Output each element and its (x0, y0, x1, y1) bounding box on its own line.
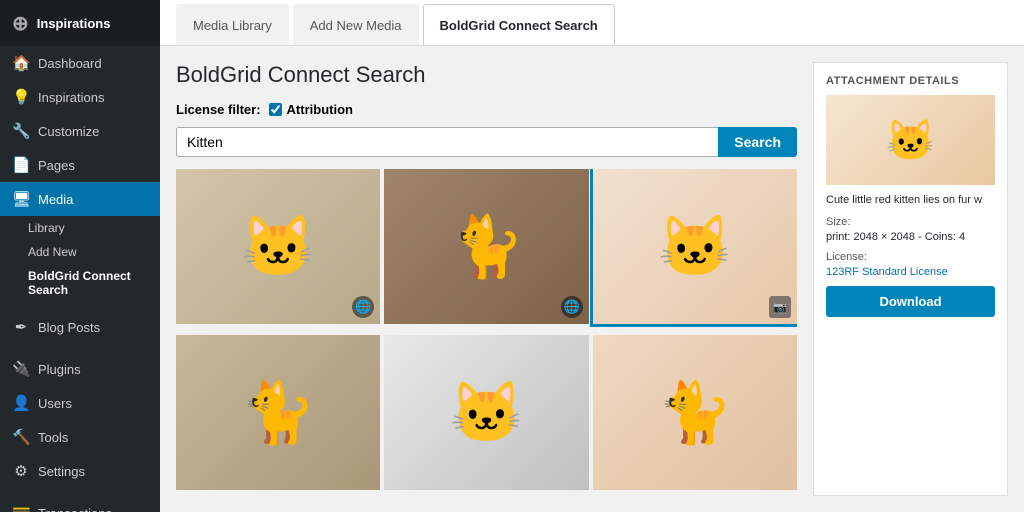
globe-badge-2: 🌐 (561, 296, 583, 318)
tab-media-library-label: Media Library (193, 18, 272, 33)
library-label: Library (28, 221, 65, 235)
tab-boldgrid-label: BoldGrid Connect Search (440, 18, 598, 33)
page-title: BoldGrid Connect Search (176, 62, 797, 88)
sidebar-item-tools[interactable]: 🔨 Tools (0, 420, 160, 454)
image-cell-2[interactable]: 🐈 🌐 (384, 169, 588, 324)
boldgrid-label: BoldGrid Connect Search (28, 269, 148, 297)
attachment-thumb-img: 🐱 (826, 95, 995, 185)
tab-boldgrid-connect-search[interactable]: BoldGrid Connect Search (423, 4, 615, 45)
size-value: print: 2048 × 2048 - Coins: 4 (826, 231, 965, 243)
size-label: Size: (826, 216, 995, 228)
cat-image-4: 🐈 (176, 335, 380, 490)
pages-icon: 📄 (12, 156, 30, 174)
attachment-caption: Cute little red kitten lies on fur w (826, 193, 995, 208)
license-label: License: (826, 251, 995, 263)
sidebar-item-pages[interactable]: 📄 Pages (0, 148, 160, 182)
image-cell-4[interactable]: 🐈 (176, 335, 380, 490)
search-row: Search (176, 127, 797, 157)
site-name: ⊕ Inspirations (0, 0, 160, 46)
download-button[interactable]: Download (826, 286, 995, 317)
image-cell-3[interactable]: 🐱 📷 (593, 169, 797, 324)
sidebar-item-plugins[interactable]: 🔌 Plugins (0, 352, 160, 386)
sidebar-item-label: Users (38, 396, 72, 411)
sidebar-item-label: Dashboard (38, 56, 102, 71)
cat-image-1: 🐱 (176, 169, 380, 324)
tab-media-library[interactable]: Media Library (176, 4, 289, 45)
license-filter: License filter: Attribution (176, 102, 797, 117)
cat-image-3: 🐱 (593, 169, 797, 324)
sidebar-item-label: Tools (38, 430, 68, 445)
inspirations-icon: 💡 (12, 88, 30, 106)
add-new-label: Add New (28, 245, 77, 259)
tab-add-new-media[interactable]: Add New Media (293, 4, 419, 45)
attachment-license-meta: License: 123RF Standard License (826, 251, 995, 278)
sidebar-item-label: Pages (38, 158, 75, 173)
wp-icon: ⊕ (12, 11, 29, 36)
cat-image-2: 🐈 (384, 169, 588, 324)
photo-badge-3: 📷 (769, 296, 791, 318)
sidebar-item-blog-posts[interactable]: ✒ Blog Posts (0, 310, 160, 344)
image-cell-1[interactable]: 🐱 🌐 (176, 169, 380, 324)
globe-badge-1: 🌐 (352, 296, 374, 318)
sidebar-item-users[interactable]: 👤 Users (0, 386, 160, 420)
tools-icon: 🔨 (12, 428, 30, 446)
image-cell-5[interactable]: 🐱 (384, 335, 588, 490)
blog-posts-icon: ✒ (12, 318, 30, 336)
attachment-size-meta: Size: print: 2048 × 2048 - Coins: 4 (826, 216, 995, 243)
users-icon: 👤 (12, 394, 30, 412)
customize-icon: 🔧 (12, 122, 30, 140)
sidebar-item-label: Blog Posts (38, 320, 100, 335)
sidebar-item-label: Customize (38, 124, 99, 139)
search-input[interactable] (176, 127, 718, 157)
sidebar-submenu-add-new[interactable]: Add New (28, 240, 160, 264)
cat-image-5: 🐱 (384, 335, 588, 490)
attribution-checkbox-row: Attribution (269, 102, 353, 117)
sidebar-item-label: Plugins (38, 362, 81, 377)
main-content: Media Library Add New Media BoldGrid Con… (160, 0, 1024, 512)
cat-image-6: 🐈 (593, 335, 797, 490)
attribution-checkbox[interactable] (269, 103, 282, 116)
sidebar-item-inspirations[interactable]: 💡 Inspirations (0, 80, 160, 114)
media-submenu: Library Add New BoldGrid Connect Search (0, 216, 160, 302)
attachment-details-header: ATTACHMENT DETAILS (826, 75, 995, 87)
search-button[interactable]: Search (718, 127, 797, 157)
sidebar-item-label: Settings (38, 464, 85, 479)
tab-add-new-media-label: Add New Media (310, 18, 402, 33)
license-link[interactable]: 123RF Standard License (826, 266, 948, 278)
license-filter-label: License filter: (176, 102, 261, 117)
image-grid-wrapper: 🐱 🌐 🐈 🌐 🐱 📷 🐈 (176, 169, 797, 496)
attachment-thumbnail: 🐱 (826, 95, 995, 185)
content-area: BoldGrid Connect Search License filter: … (160, 46, 1024, 512)
sidebar-item-media[interactable]: 🖥 Media (0, 182, 160, 216)
search-panel: BoldGrid Connect Search License filter: … (176, 62, 797, 496)
attribution-label[interactable]: Attribution (287, 102, 353, 117)
attachment-panel: ATTACHMENT DETAILS 🐱 Cute little red kit… (813, 62, 1008, 496)
sidebar-submenu-boldgrid[interactable]: BoldGrid Connect Search (28, 264, 160, 302)
media-icon: 🖥 (12, 190, 30, 208)
transactions-icon: 💳 (12, 504, 30, 512)
sidebar-item-label: Media (38, 192, 73, 207)
dashboard-icon: 🏠 (12, 54, 30, 72)
plugins-icon: 🔌 (12, 360, 30, 378)
sidebar-item-transactions[interactable]: 💳 Transactions (0, 496, 160, 512)
sidebar-item-dashboard[interactable]: 🏠 Dashboard (0, 46, 160, 80)
topbar: Media Library Add New Media BoldGrid Con… (160, 0, 1024, 46)
site-title: Inspirations (37, 16, 111, 31)
sidebar-item-label: Inspirations (38, 90, 104, 105)
settings-icon: ⚙ (12, 462, 30, 480)
sidebar-item-settings[interactable]: ⚙ Settings (0, 454, 160, 488)
sidebar: ⊕ Inspirations 🏠 Dashboard 💡 Inspiration… (0, 0, 160, 512)
sidebar-submenu-library[interactable]: Library (28, 216, 160, 240)
sidebar-item-customize[interactable]: 🔧 Customize (0, 114, 160, 148)
sidebar-item-label: Transactions (38, 506, 112, 512)
image-grid: 🐱 🌐 🐈 🌐 🐱 📷 🐈 (176, 169, 797, 496)
image-cell-6[interactable]: 🐈 (593, 335, 797, 490)
